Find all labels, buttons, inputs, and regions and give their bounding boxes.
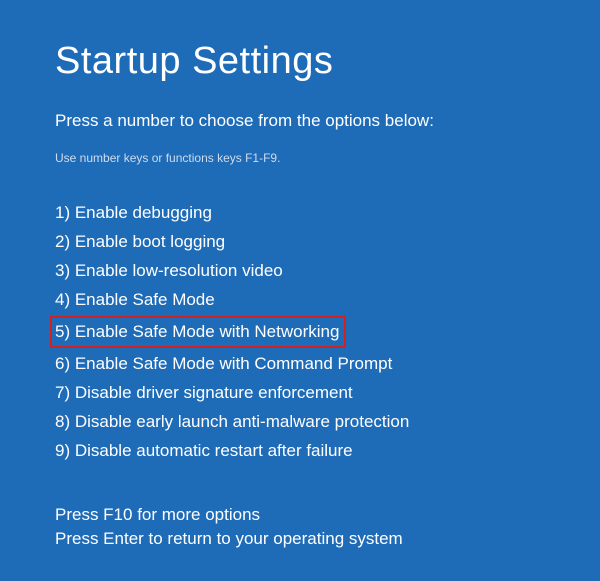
option-2-boot-logging[interactable]: 2) Enable boot logging xyxy=(55,229,225,255)
option-6-safe-mode-cmd[interactable]: 6) Enable Safe Mode with Command Prompt xyxy=(55,351,392,377)
footer-more-options: Press F10 for more options xyxy=(55,503,403,527)
page-title: Startup Settings xyxy=(55,40,600,83)
option-1-debugging[interactable]: 1) Enable debugging xyxy=(55,200,212,226)
instruction-subtitle: Press a number to choose from the option… xyxy=(55,111,600,131)
option-4-safe-mode[interactable]: 4) Enable Safe Mode xyxy=(55,287,215,313)
option-9-disable-auto-restart[interactable]: 9) Disable automatic restart after failu… xyxy=(55,438,353,464)
option-7-disable-driver-sig[interactable]: 7) Disable driver signature enforcement xyxy=(55,380,353,406)
footer-return: Press Enter to return to your operating … xyxy=(55,527,403,551)
option-8-disable-antimalware[interactable]: 8) Disable early launch anti-malware pro… xyxy=(55,409,409,435)
option-5-safe-mode-networking[interactable]: 5) Enable Safe Mode with Networking xyxy=(50,316,346,348)
key-hint: Use number keys or functions keys F1-F9. xyxy=(55,151,600,165)
option-3-low-res-video[interactable]: 3) Enable low-resolution video xyxy=(55,258,283,284)
startup-settings-screen: Startup Settings Press a number to choos… xyxy=(0,0,600,464)
options-list: 1) Enable debugging 2) Enable boot loggi… xyxy=(55,200,600,464)
footer-instructions: Press F10 for more options Press Enter t… xyxy=(55,503,403,551)
